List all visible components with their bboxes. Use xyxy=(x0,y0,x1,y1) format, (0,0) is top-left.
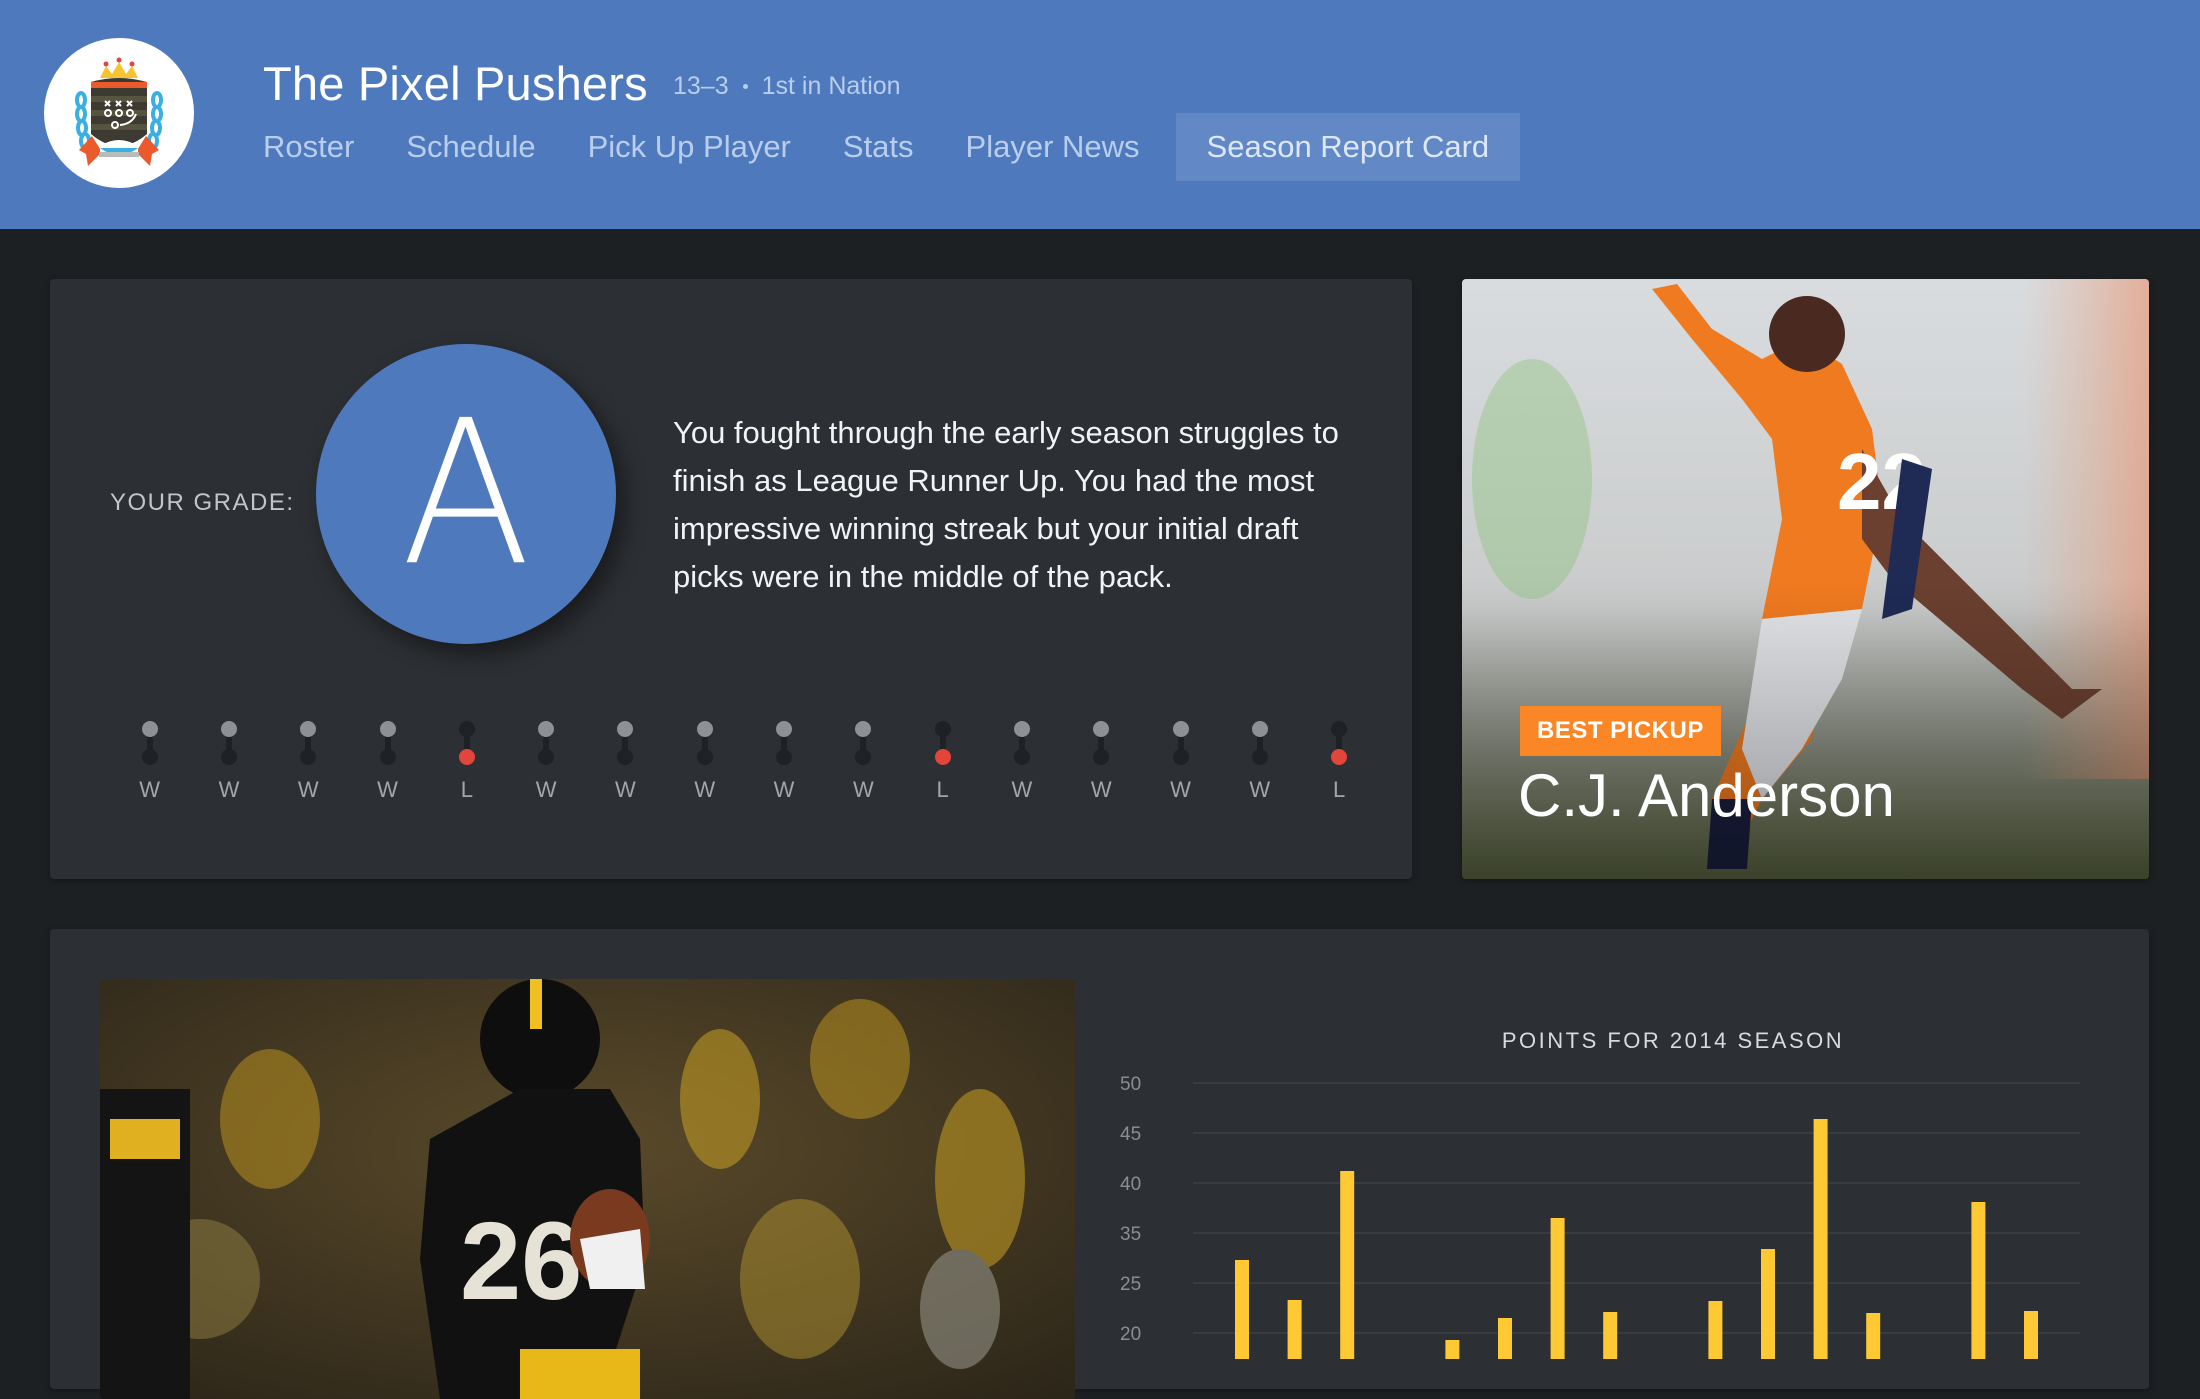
win-toggle-icon xyxy=(220,721,237,765)
separator-dot xyxy=(742,84,748,89)
team-logo[interactable] xyxy=(44,38,194,188)
loss-toggle-icon xyxy=(1331,721,1348,765)
bar-wk10[interactable] xyxy=(1708,1301,1723,1359)
game-result[interactable]: W xyxy=(189,721,268,803)
season-stats-card: 26 POINTS FOR 2014 SEASON 50 45 40 35 25 20 xyxy=(50,929,2149,1399)
win-toggle-icon xyxy=(617,721,634,765)
main-nav: Roster Schedule Pick Up Player Stats Pla… xyxy=(263,113,1521,181)
game-result[interactable]: W xyxy=(982,721,1061,803)
game-result[interactable]: W xyxy=(1141,721,1220,803)
game-result[interactable]: W xyxy=(506,721,585,803)
game-result-label: W xyxy=(694,777,716,802)
game-result-label: W xyxy=(773,777,795,802)
team-name: The Pixel Pushers xyxy=(263,57,648,110)
bar-wk7[interactable] xyxy=(1550,1218,1565,1359)
y-tick-label: 20 xyxy=(1120,1324,1141,1345)
bar-wk12[interactable] xyxy=(1813,1119,1828,1359)
game-result[interactable]: W xyxy=(744,721,823,803)
win-toggle-icon xyxy=(1013,721,1030,765)
game-result[interactable]: W xyxy=(824,721,903,803)
win-toggle-icon xyxy=(141,721,158,765)
game-result[interactable]: L xyxy=(427,721,506,803)
bar-wk15[interactable] xyxy=(1971,1202,1986,1359)
nav-roster[interactable]: Roster xyxy=(263,113,380,181)
game-result[interactable]: L xyxy=(903,721,982,803)
game-result-label: L xyxy=(936,777,949,802)
game-result[interactable]: W xyxy=(1220,721,1299,803)
season-results: WWWWLWWWWWLWWWWL xyxy=(110,721,1379,803)
bar-wk6[interactable] xyxy=(1498,1318,1512,1359)
win-toggle-icon xyxy=(855,721,872,765)
game-result-label: W xyxy=(615,777,636,802)
bar-wk5[interactable] xyxy=(1445,1340,1460,1359)
game-result-label: W xyxy=(377,777,398,802)
y-tick-label: 40 xyxy=(1120,1174,1141,1195)
svg-text:26: 26 xyxy=(460,1200,582,1323)
game-result[interactable]: W xyxy=(665,721,744,803)
game-result-label: W xyxy=(1011,777,1033,802)
bar-wk11[interactable] xyxy=(1761,1249,1775,1359)
team-crest-icon xyxy=(75,57,163,166)
nav-schedule[interactable]: Schedule xyxy=(380,113,561,181)
nav-stats[interactable]: Stats xyxy=(817,113,940,181)
game-result-label: W xyxy=(1249,777,1271,802)
bar-wk1[interactable] xyxy=(1235,1260,1249,1359)
team-meta: 13–3 1st in Nation xyxy=(673,72,901,101)
game-result-label: W xyxy=(297,777,319,802)
game-result-label: W xyxy=(1090,777,1112,802)
bar-wk13[interactable] xyxy=(1866,1313,1881,1359)
game-result[interactable]: W xyxy=(110,721,189,803)
team-record: 13–3 xyxy=(673,72,729,100)
game-result[interactable]: W xyxy=(348,721,427,803)
bar-wk3[interactable] xyxy=(1340,1171,1355,1359)
grade-card: YOUR GRADE: A You fought through the ear… xyxy=(50,279,1412,879)
game-result[interactable]: W xyxy=(269,721,348,803)
game-result[interactable]: W xyxy=(1062,721,1141,803)
nav-pick-up-player[interactable]: Pick Up Player xyxy=(562,113,817,181)
y-tick-label: 35 xyxy=(1120,1224,1141,1245)
best-pickup-badge: BEST PICKUP xyxy=(1520,706,1721,756)
grade-summary: You fought through the early season stru… xyxy=(673,415,1339,594)
nav-season-report-card[interactable]: Season Report Card xyxy=(1175,113,1521,181)
win-toggle-icon xyxy=(300,721,317,765)
app-header: The Pixel Pushers 13–3 1st in Nation Ros… xyxy=(0,0,2200,229)
game-result-label: W xyxy=(852,777,874,802)
win-toggle-icon xyxy=(538,721,555,765)
win-toggle-icon xyxy=(1251,721,1268,765)
y-tick-label: 25 xyxy=(1120,1274,1141,1295)
grade-badge: A xyxy=(316,344,616,644)
best-pickup-player-name[interactable]: C.J. Anderson xyxy=(1518,761,1895,830)
game-result-label: W xyxy=(535,777,557,802)
win-toggle-icon xyxy=(379,721,396,765)
win-toggle-icon xyxy=(1172,721,1189,765)
game-result-label: W xyxy=(218,777,240,802)
grade-letter: A xyxy=(401,377,531,610)
best-pickup-card[interactable]: 22 BEST PICKUP C.J. Anderson xyxy=(1462,279,2149,879)
points-bar-chart: 50 45 40 35 25 20 xyxy=(1120,1074,2080,1359)
nav-player-news[interactable]: Player News xyxy=(940,113,1166,181)
game-result-label: L xyxy=(460,777,473,802)
bar-wk2[interactable] xyxy=(1287,1300,1302,1359)
win-toggle-icon xyxy=(696,721,713,765)
win-toggle-icon xyxy=(1093,721,1110,765)
points-chart: POINTS FOR 2014 SEASON 50 45 40 35 25 20 xyxy=(1110,929,2149,1359)
featured-player-photo: 26 xyxy=(100,979,1075,1399)
game-result-label: W xyxy=(139,777,161,802)
win-toggle-icon xyxy=(776,721,793,765)
y-tick-label: 45 xyxy=(1120,1124,1141,1145)
loss-toggle-icon xyxy=(934,721,951,765)
game-result[interactable]: L xyxy=(1299,721,1378,803)
grade-label: YOUR GRADE: xyxy=(110,489,295,516)
game-result[interactable]: W xyxy=(586,721,665,803)
game-result-label: W xyxy=(1170,777,1191,802)
team-rank: 1st in Nation xyxy=(761,72,901,100)
game-result-label: L xyxy=(1332,777,1346,802)
y-tick-label: 50 xyxy=(1120,1074,1141,1095)
loss-toggle-icon xyxy=(458,721,475,765)
